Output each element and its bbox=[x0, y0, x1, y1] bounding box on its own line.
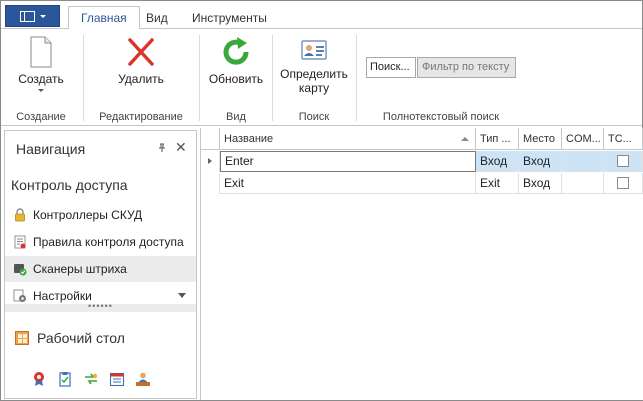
nav-desktop-label: Рабочий стол bbox=[37, 330, 125, 346]
chevron-down-icon bbox=[38, 89, 44, 92]
nav-item-controllers[interactable]: Контроллеры СКУД bbox=[5, 202, 196, 228]
identify-card-button[interactable]: Определить карту bbox=[278, 39, 350, 95]
refresh-button-label: Обновить bbox=[208, 72, 264, 86]
grid-header: Название Тип ... Место COM... TC... bbox=[201, 128, 643, 150]
close-icon[interactable]: ✕ bbox=[175, 140, 187, 154]
new-document-icon bbox=[30, 36, 52, 68]
ribbon-group-edit: Удалить Редактирование bbox=[85, 29, 197, 126]
cell-name[interactable]: Enter bbox=[220, 151, 476, 172]
transfer-icon[interactable] bbox=[83, 371, 99, 387]
chevron-down-icon[interactable] bbox=[178, 293, 186, 298]
ribbon-group-view: Обновить Вид bbox=[201, 29, 271, 126]
desktop-icon bbox=[15, 331, 29, 345]
group-caption-edit: Редактирование bbox=[99, 111, 183, 123]
checklist-icon[interactable] bbox=[57, 371, 73, 387]
app-menu-icon bbox=[19, 10, 35, 22]
navigation-header: Навигация ✕ bbox=[5, 131, 196, 165]
table-row[interactable]: Exit Exit Вход bbox=[201, 173, 643, 194]
grid-indicator-header bbox=[201, 128, 220, 150]
app-menu-button[interactable] bbox=[5, 5, 60, 27]
nav-item-barcode-scanners[interactable]: Сканеры штриха bbox=[5, 256, 196, 282]
cell-place[interactable]: Вход bbox=[519, 173, 562, 194]
cell-place[interactable]: Вход bbox=[519, 151, 562, 172]
tab-tools[interactable]: Инструменты bbox=[180, 7, 279, 29]
column-header-com[interactable]: COM... bbox=[562, 128, 604, 150]
row-indicator-cell bbox=[201, 173, 220, 194]
refresh-button[interactable]: Обновить bbox=[205, 33, 267, 87]
nav-item-label: Правила контроля доступа bbox=[33, 235, 184, 249]
nav-shortcut-bar bbox=[31, 369, 151, 389]
nav-group-title: Контроль доступа bbox=[11, 177, 128, 193]
fulltext-search-input[interactable]: Поиск... bbox=[366, 57, 416, 78]
badge-icon[interactable] bbox=[31, 371, 47, 387]
tab-view[interactable]: Вид bbox=[134, 7, 180, 29]
nav-splitter[interactable]: •••••• bbox=[5, 302, 196, 312]
pin-icon[interactable] bbox=[157, 143, 167, 153]
delete-button[interactable]: Удалить bbox=[111, 33, 171, 87]
id-card-icon bbox=[301, 40, 327, 60]
group-caption-fulltext: Полнотекстовый поиск bbox=[382, 111, 500, 123]
navigation-title: Навигация bbox=[16, 141, 86, 157]
main-window: Главная Вид Инструменты Создать Создание bbox=[0, 0, 643, 401]
cell-tc[interactable] bbox=[604, 151, 643, 172]
column-header-type[interactable]: Тип ... bbox=[476, 128, 519, 150]
cell-name[interactable]: Exit bbox=[220, 173, 476, 194]
column-header-name[interactable]: Название bbox=[220, 128, 476, 150]
ribbon-separator bbox=[83, 35, 84, 121]
cell-type[interactable]: Вход bbox=[476, 151, 519, 172]
calendar-icon[interactable] bbox=[109, 371, 125, 387]
ribbon-tab-strip: Главная Вид Инструменты bbox=[1, 1, 642, 30]
navigation-panel: Навигация ✕ Контроль доступа Контроллеры… bbox=[4, 130, 197, 399]
ribbon-separator bbox=[199, 35, 200, 121]
chevron-down-icon bbox=[39, 14, 46, 18]
ribbon-separator bbox=[356, 35, 357, 121]
nav-item-access-rules[interactable]: Правила контроля доступа bbox=[5, 229, 196, 255]
tc-checkbox[interactable] bbox=[617, 155, 629, 167]
user-desk-icon[interactable] bbox=[135, 371, 151, 387]
rules-icon bbox=[14, 235, 26, 249]
column-header-label: Название bbox=[224, 133, 274, 145]
nav-item-label: Контроллеры СКУД bbox=[33, 208, 143, 222]
ribbon-group-search: Определить карту Поиск bbox=[274, 29, 354, 126]
identify-card-label-line1: Определить bbox=[280, 67, 348, 81]
nav-item-label: Сканеры штриха bbox=[33, 262, 127, 276]
settings-icon bbox=[13, 289, 26, 302]
table-row[interactable]: Enter Вход Вход bbox=[201, 151, 643, 172]
cell-type[interactable]: Exit bbox=[476, 173, 519, 194]
text-filter-input[interactable]: Фильтр по тексту bbox=[417, 57, 516, 78]
nav-group-desktop[interactable]: Рабочий стол bbox=[15, 330, 125, 346]
ribbon: Создать Создание Удалить Редактирование bbox=[1, 29, 642, 126]
ribbon-group-create: Создать Создание bbox=[1, 29, 81, 126]
cell-com[interactable] bbox=[562, 151, 604, 172]
create-button-label: Создать bbox=[18, 72, 64, 86]
group-caption-search: Поиск bbox=[298, 111, 330, 123]
refresh-icon bbox=[223, 37, 249, 65]
data-grid: Название Тип ... Место COM... TC... Ente… bbox=[200, 128, 643, 400]
cell-com[interactable] bbox=[562, 173, 604, 194]
delete-button-label: Удалить bbox=[118, 72, 164, 86]
ribbon-separator bbox=[272, 35, 273, 121]
group-caption-create: Создание bbox=[16, 111, 66, 123]
tc-checkbox[interactable] bbox=[617, 177, 629, 189]
row-indicator-cell bbox=[201, 151, 220, 172]
column-header-tc[interactable]: TC... bbox=[604, 128, 643, 150]
lock-icon bbox=[15, 208, 25, 222]
scanner-icon bbox=[14, 264, 27, 276]
row-pointer-icon bbox=[208, 158, 212, 164]
column-header-place[interactable]: Место bbox=[519, 128, 562, 150]
identify-card-label-line2: карту bbox=[298, 81, 330, 95]
delete-icon bbox=[128, 38, 154, 66]
nav-item-label: Настройки bbox=[33, 289, 92, 303]
group-caption-view: Вид bbox=[226, 111, 246, 123]
sort-ascending-icon bbox=[461, 137, 469, 141]
tab-home[interactable]: Главная bbox=[68, 6, 140, 30]
create-button[interactable]: Создать bbox=[11, 33, 71, 92]
cell-tc[interactable] bbox=[604, 173, 643, 194]
